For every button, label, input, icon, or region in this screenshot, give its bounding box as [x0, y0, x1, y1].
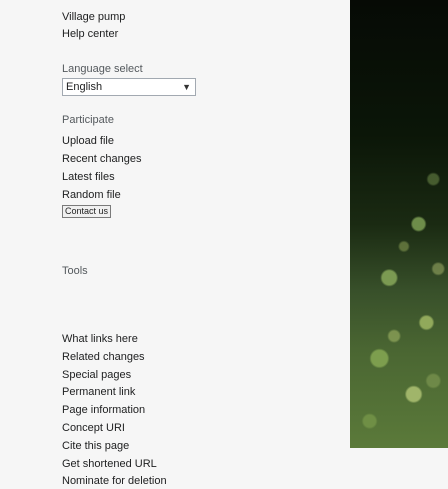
sidebar-link-nominate-for-deletion[interactable]: Nominate for deletion — [62, 474, 167, 489]
sidebar-link-get-shortened-url[interactable]: Get shortened URL — [62, 457, 157, 472]
contact-us-button[interactable]: Contact us — [62, 205, 111, 218]
sidebar-link-page-information[interactable]: Page information — [62, 403, 145, 418]
sidebar-link-upload-file[interactable]: Upload file — [62, 134, 114, 149]
sidebar-link-recent-changes[interactable]: Recent changes — [62, 152, 142, 167]
sidebar-link-what-links-here[interactable]: What links here — [62, 332, 138, 347]
content-photo — [350, 0, 448, 448]
sidebar-link-village-pump[interactable]: Village pump — [62, 10, 125, 25]
language-select-heading: Language select — [62, 63, 143, 75]
sidebar-link-latest-files[interactable]: Latest files — [62, 170, 115, 185]
sidebar-link-permanent-link[interactable]: Permanent link — [62, 385, 135, 400]
participate-heading: Participate — [62, 114, 114, 126]
sidebar-link-related-changes[interactable]: Related changes — [62, 350, 145, 365]
sidebar-link-cite-this-page[interactable]: Cite this page — [62, 439, 129, 454]
language-dropdown[interactable]: English ▼ — [62, 78, 196, 96]
tools-heading: Tools — [62, 265, 88, 277]
chevron-down-icon: ▼ — [182, 82, 191, 92]
sidebar-link-concept-uri[interactable]: Concept URI — [62, 421, 125, 436]
language-dropdown-value: English — [66, 81, 103, 93]
sidebar-link-special-pages[interactable]: Special pages — [62, 368, 131, 383]
sidebar-link-help-center[interactable]: Help center — [62, 27, 118, 42]
sidebar-link-random-file[interactable]: Random file — [62, 188, 121, 203]
